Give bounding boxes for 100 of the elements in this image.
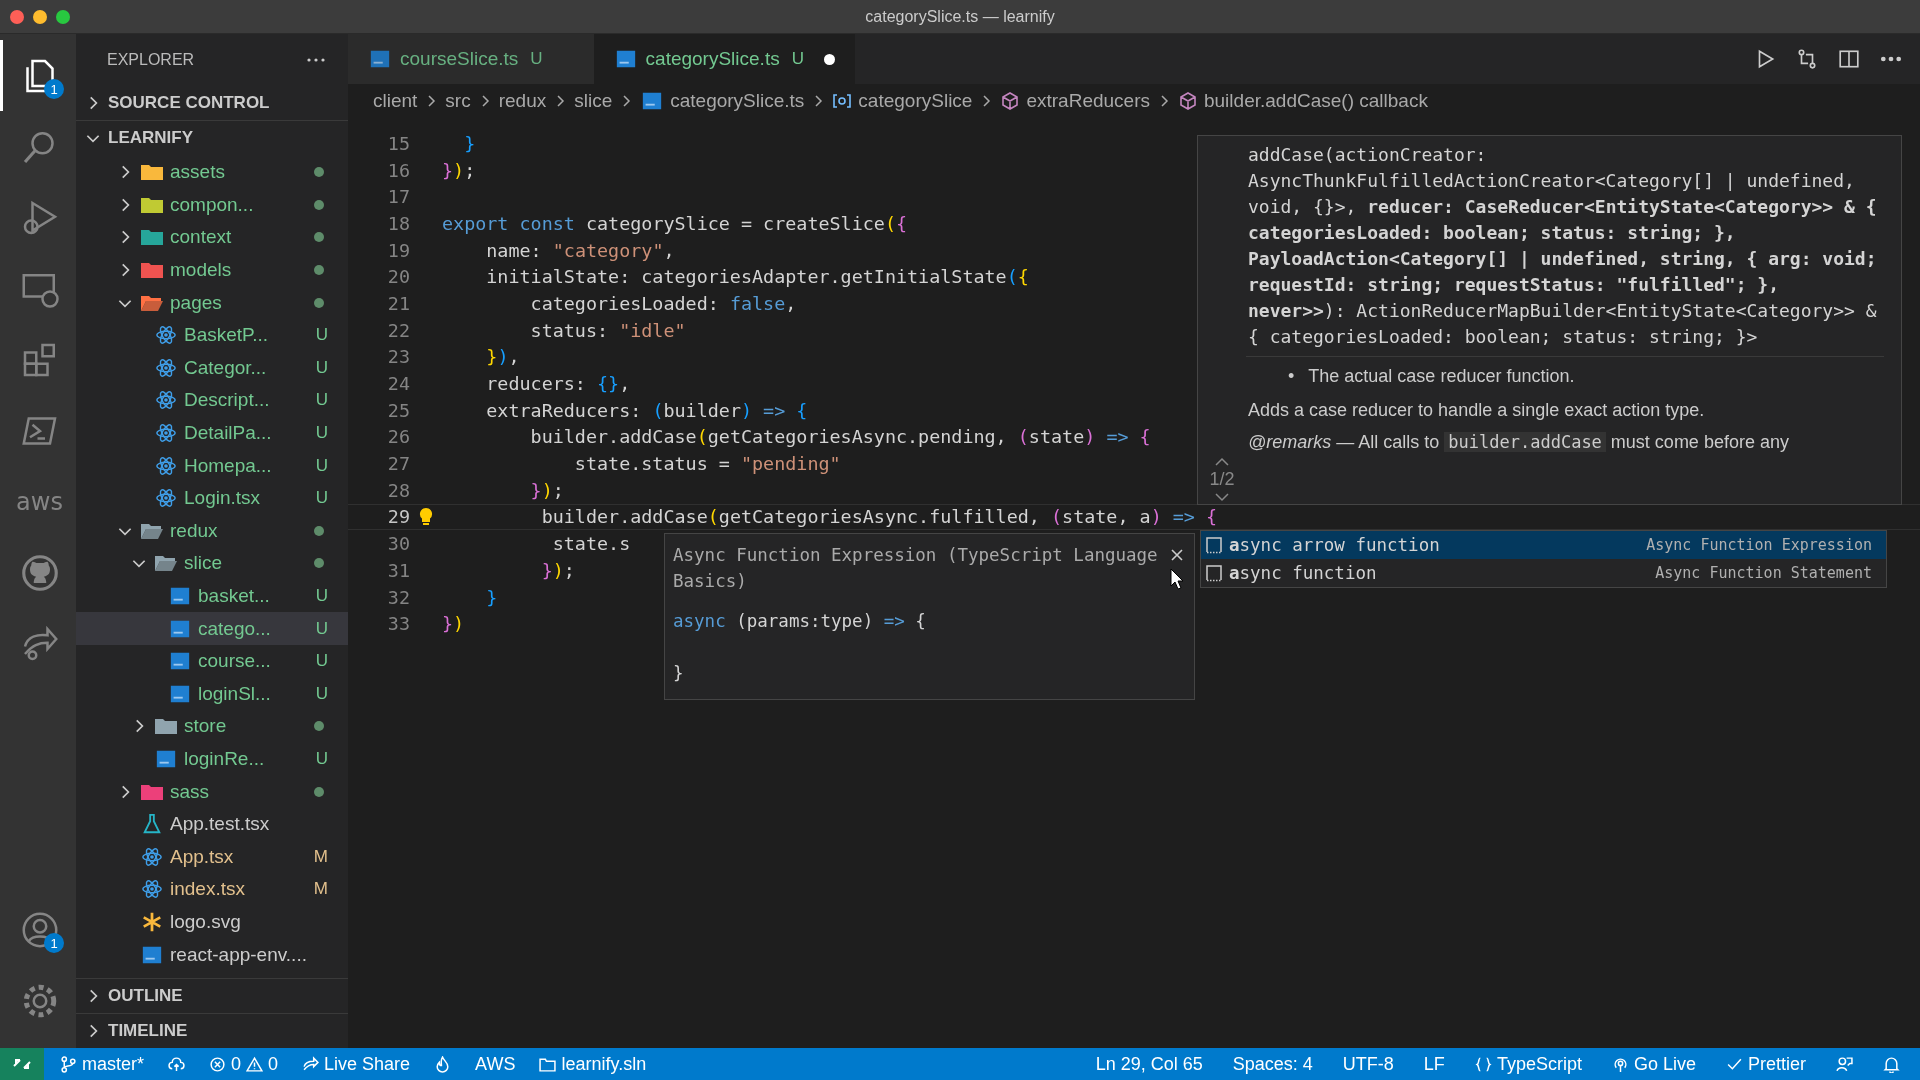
git-status: U <box>315 357 328 378</box>
suggestion-item[interactable]: async function Async Function Statement <box>1201 559 1886 587</box>
window-title: categorySlice.ts — learnify <box>865 7 1055 26</box>
compare-changes-icon[interactable] <box>1796 48 1818 70</box>
file-name: logo.svg <box>170 910 242 933</box>
tree-item[interactable]: store <box>76 710 348 743</box>
tree-item[interactable]: sass <box>76 775 348 808</box>
breadcrumb-item[interactable]: src <box>445 90 471 112</box>
line-number: 21 <box>386 292 410 314</box>
tree-item[interactable]: logo.svg <box>76 905 348 939</box>
minimize-window-button[interactable] <box>33 9 47 24</box>
unsaved-dot-icon[interactable] <box>823 53 835 65</box>
github-icon[interactable] <box>19 552 60 593</box>
problems-indicator[interactable]: 0 0 <box>209 1053 279 1075</box>
editor-tab[interactable]: courseSlice.ts U <box>348 34 594 84</box>
tree-item[interactable]: BasketP... U <box>76 318 348 352</box>
breadcrumb-item[interactable]: extraReducers <box>1026 90 1150 112</box>
status-item[interactable]: Ln 29, Col 65 <box>1095 1053 1203 1075</box>
remote-icon[interactable] <box>0 1048 44 1080</box>
line-number: 30 <box>386 533 410 555</box>
editor-tab[interactable]: categorySlice.ts U <box>593 34 855 84</box>
breadcrumb-item[interactable]: slice <box>574 90 613 112</box>
tree-item[interactable]: App.tsx M <box>76 840 348 874</box>
chevron-down-icon[interactable] <box>1214 492 1230 502</box>
tree-item[interactable]: course... U <box>76 644 348 678</box>
cloud-upload-icon[interactable] <box>168 1055 185 1073</box>
split-editor-icon[interactable] <box>1838 48 1860 70</box>
line-number: 29 <box>386 506 410 528</box>
status-item[interactable]: LF <box>1423 1053 1445 1075</box>
tree-item[interactable]: models <box>76 253 348 287</box>
line-number: 26 <box>386 426 410 448</box>
git-status: U <box>315 651 328 672</box>
tree-item[interactable]: react-app-env.... <box>76 938 348 971</box>
ts-file-icon <box>168 585 192 607</box>
feedback-icon[interactable] <box>1836 1055 1853 1073</box>
code-line: builder.addCase(getCategoriesAsync.fulfilled, (state, a) => { <box>540 506 1218 528</box>
tree-item[interactable]: App.test.tsx <box>76 807 348 841</box>
tree-item[interactable]: compon... <box>76 188 348 222</box>
line-number: 19 <box>386 239 410 261</box>
language-mode[interactable]: TypeScript <box>1474 1053 1582 1075</box>
git-status: M <box>313 846 328 867</box>
line-number: 23 <box>386 346 410 368</box>
notifications-bell-icon[interactable] <box>1883 1055 1900 1073</box>
breadcrumb-item[interactable]: builder.addCase() callback <box>1204 90 1428 112</box>
line-number: 31 <box>386 559 410 581</box>
tree-item[interactable]: Categor... U <box>76 351 348 385</box>
section-header[interactable]: SOURCE CONTROL <box>76 86 348 120</box>
changes-dot <box>314 525 324 536</box>
more-actions-icon[interactable] <box>306 57 326 63</box>
code-line: builder.addCase(getCategoriesAsync.pending, (state) => { <box>529 426 1151 448</box>
lightbulb-icon[interactable] <box>418 506 434 527</box>
live-share-button[interactable]: Live Share <box>302 1053 411 1075</box>
file-name: slice <box>184 552 223 575</box>
tree-item[interactable]: context <box>76 221 348 254</box>
tree-item[interactable]: slice <box>76 547 348 580</box>
breadcrumb-item[interactable]: redux <box>498 90 547 112</box>
tree-item[interactable]: DetailPa... U <box>76 416 348 450</box>
tree-item[interactable]: loginSl... U <box>76 677 348 711</box>
file-name: Homepa... <box>184 454 273 477</box>
breadcrumb-item[interactable]: client <box>373 90 418 112</box>
tree-item[interactable]: Login.tsx U <box>76 481 348 515</box>
snippet-title: Async Function Expression (TypeScript Language Basics) <box>673 544 1158 593</box>
status-item[interactable]: UTF-8 <box>1342 1053 1394 1075</box>
tree-item[interactable]: assets <box>76 156 348 189</box>
tree-item[interactable]: Homepa... U <box>76 449 348 482</box>
branch-indicator[interactable]: master* <box>60 1053 144 1075</box>
breadcrumb-item[interactable]: categorySlice <box>858 90 973 112</box>
snippet-icon <box>1205 564 1223 582</box>
prettier-status[interactable]: Prettier <box>1725 1053 1806 1075</box>
breadcrumb-item[interactable]: categorySlice.ts <box>670 90 805 112</box>
tree-item[interactable]: pages <box>76 286 348 319</box>
file-name: course... <box>198 650 272 673</box>
line-number: 28 <box>386 479 410 501</box>
changes-dot <box>314 265 324 276</box>
tree-item[interactable]: Descript... U <box>76 384 348 417</box>
solution-indicator[interactable]: learnify.sln <box>539 1053 647 1075</box>
git-status: U <box>315 325 328 346</box>
chevron-up-icon[interactable] <box>1214 457 1230 467</box>
status-item[interactable]: Spaces: 4 <box>1232 1053 1313 1075</box>
file-name: store <box>184 715 228 738</box>
flame-icon[interactable] <box>434 1055 452 1073</box>
git-status: U <box>315 749 328 769</box>
git-status: U <box>315 488 328 509</box>
tree-item[interactable]: loginRe... U <box>76 742 348 776</box>
close-icon[interactable] <box>1170 548 1184 562</box>
suggestion-item[interactable]: async arrow function Async Function Expression <box>1201 531 1886 559</box>
status-item[interactable]: AWS <box>475 1053 516 1075</box>
file-name: pages <box>170 291 223 314</box>
go-live-button[interactable]: Go Live <box>1611 1053 1696 1075</box>
bullet-mark: • <box>1288 365 1295 387</box>
tree-item[interactable]: basket... U <box>76 579 348 613</box>
tree-item[interactable]: index.tsx M <box>76 873 348 906</box>
zoom-window-button[interactable] <box>56 9 70 24</box>
close-window-button[interactable] <box>10 9 24 24</box>
variable-icon <box>832 91 853 111</box>
notification-badge: 1 <box>44 933 64 953</box>
code-line: } <box>463 132 476 154</box>
tree-item[interactable]: redux <box>76 514 348 548</box>
tree-item[interactable]: catego... U <box>76 612 348 645</box>
react-atom-icon <box>140 878 164 901</box>
